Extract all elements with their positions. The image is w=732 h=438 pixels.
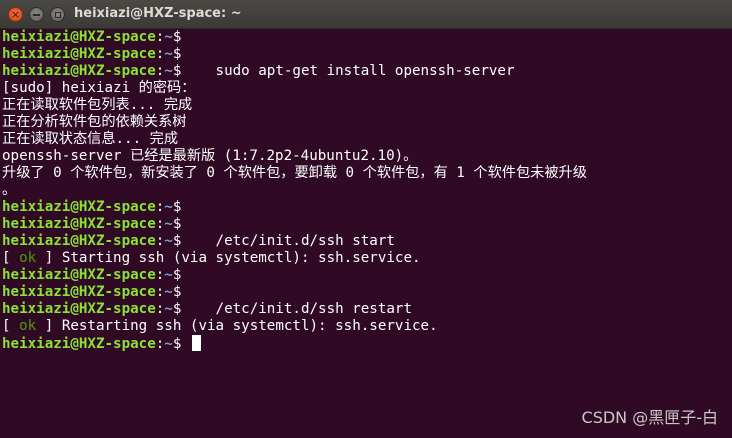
prompt-line: heixiazi@HXZ-space:~$	[2, 284, 730, 301]
status-text: Restarting ssh (via systemctl): ssh.serv…	[61, 318, 438, 334]
prompt-line: heixiazi@HXZ-space:~$ sudo apt-get insta…	[2, 63, 730, 80]
output-text: 。	[2, 182, 17, 198]
close-button[interactable]: ×	[8, 7, 23, 22]
prompt-separator: :	[155, 46, 165, 62]
prompt-user: heixiazi@HXZ-space	[2, 284, 156, 300]
prompt-separator: :	[155, 216, 165, 232]
prompt-sign: $	[172, 267, 182, 283]
window-title: heixiazi@HXZ-space: ~	[74, 6, 242, 21]
output-line: 正在读取软件包列表... 完成	[2, 97, 730, 114]
output-text: openssh-server 已经是最新版 (1:7.2p2-4ubuntu2.…	[2, 148, 418, 164]
prompt-user: heixiazi@HXZ-space	[2, 46, 156, 62]
prompt-separator: :	[155, 199, 165, 215]
output-text: 升级了 0 个软件包，新安装了 0 个软件包，要卸载 0 个软件包，有 1 个软…	[2, 165, 587, 181]
output-line: openssh-server 已经是最新版 (1:7.2p2-4ubuntu2.…	[2, 148, 730, 165]
status-line: [ ok ] Restarting ssh (via systemctl): s…	[2, 318, 730, 335]
prompt-sign: $	[172, 284, 182, 300]
prompt-path: ~	[164, 216, 173, 232]
maximize-button[interactable]	[50, 7, 65, 22]
prompt-separator: :	[155, 336, 165, 352]
prompt-separator: :	[155, 284, 165, 300]
output-line: 。	[2, 182, 730, 199]
command-text: sudo apt-get install openssh-server	[181, 63, 515, 79]
prompt-path: ~	[164, 267, 173, 283]
status-ok: ok	[19, 318, 37, 334]
status-line: [ ok ] Starting ssh (via systemctl): ssh…	[2, 250, 730, 267]
prompt-user: heixiazi@HXZ-space	[2, 301, 156, 317]
minimize-icon	[33, 13, 40, 16]
prompt-user: heixiazi@HXZ-space	[2, 267, 156, 283]
close-icon: ×	[10, 8, 21, 21]
output-text: [sudo] heixiazi 的密码：	[2, 80, 196, 96]
prompt-sign: $	[172, 216, 182, 232]
terminal-output[interactable]: heixiazi@HXZ-space:~$ heixiazi@HXZ-space:…	[2, 29, 730, 438]
prompt-separator: :	[155, 63, 165, 79]
prompt-line: heixiazi@HXZ-space:~$	[2, 216, 730, 233]
prompt-sign: $	[172, 46, 182, 62]
prompt-path: ~	[164, 284, 173, 300]
prompt-line: heixiazi@HXZ-space:~$ /etc/init.d/ssh st…	[2, 233, 730, 250]
prompt-path: ~	[164, 46, 173, 62]
prompt-path: ~	[164, 301, 173, 317]
output-text: 正在分析软件包的依赖关系树	[2, 114, 187, 130]
prompt-line: heixiazi@HXZ-space:~$	[2, 29, 730, 46]
prompt-line: heixiazi@HXZ-space:~$	[2, 267, 730, 284]
prompt-line: heixiazi@HXZ-space:~$ /etc/init.d/ssh re…	[2, 301, 730, 318]
prompt-user: heixiazi@HXZ-space	[2, 29, 156, 45]
output-line: 升级了 0 个软件包，新安装了 0 个软件包，要卸载 0 个软件包，有 1 个软…	[2, 165, 730, 182]
output-line: [sudo] heixiazi 的密码：	[2, 80, 730, 97]
output-line: 正在读取状态信息... 完成	[2, 131, 730, 148]
output-text: 正在读取状态信息... 完成	[2, 131, 179, 147]
prompt-line: heixiazi@HXZ-space:~$	[2, 199, 730, 216]
prompt-user: heixiazi@HXZ-space	[2, 63, 156, 79]
status-bracket-close: ]	[36, 318, 62, 334]
prompt-separator: :	[155, 29, 165, 45]
prompt-separator: :	[155, 233, 165, 249]
prompt-path: ~	[164, 233, 173, 249]
status-bracket-close: ]	[36, 250, 62, 266]
prompt-sign: $	[172, 199, 182, 215]
prompt-user: heixiazi@HXZ-space	[2, 233, 156, 249]
status-bracket-open: [	[2, 318, 20, 334]
watermark: CSDN @黑匣子-白	[581, 408, 718, 427]
minimize-button[interactable]	[29, 7, 44, 22]
title-bar[interactable]: × heixiazi@HXZ-space: ~	[0, 0, 732, 29]
prompt-user: heixiazi@HXZ-space	[2, 336, 156, 352]
status-ok: ok	[19, 250, 37, 266]
prompt-user: heixiazi@HXZ-space	[2, 216, 156, 232]
command-text: /etc/init.d/ssh start	[181, 233, 395, 249]
output-line: 正在分析软件包的依赖关系树	[2, 114, 730, 131]
prompt-separator: :	[155, 267, 165, 283]
prompt-separator: :	[155, 301, 165, 317]
prompt-path: ~	[164, 199, 173, 215]
prompt-path: ~	[164, 63, 173, 79]
prompt-line: heixiazi@HXZ-space:~$	[2, 46, 730, 63]
command-text: /etc/init.d/ssh restart	[181, 301, 413, 317]
output-text: 正在读取软件包列表... 完成	[2, 97, 193, 113]
prompt-user: heixiazi@HXZ-space	[2, 199, 156, 215]
prompt-path: ~	[164, 336, 173, 352]
maximize-icon	[54, 11, 61, 18]
text-cursor	[191, 335, 201, 351]
terminal-window: × heixiazi@HXZ-space: ~ heixiazi@HXZ-spa…	[0, 0, 732, 438]
prompt-path: ~	[164, 29, 173, 45]
prompt-line: heixiazi@HXZ-space:~$	[2, 335, 730, 352]
status-bracket-open: [	[2, 250, 20, 266]
command-text	[181, 336, 190, 352]
status-text: Starting ssh (via systemctl): ssh.servic…	[61, 250, 421, 266]
prompt-sign: $	[172, 29, 182, 45]
